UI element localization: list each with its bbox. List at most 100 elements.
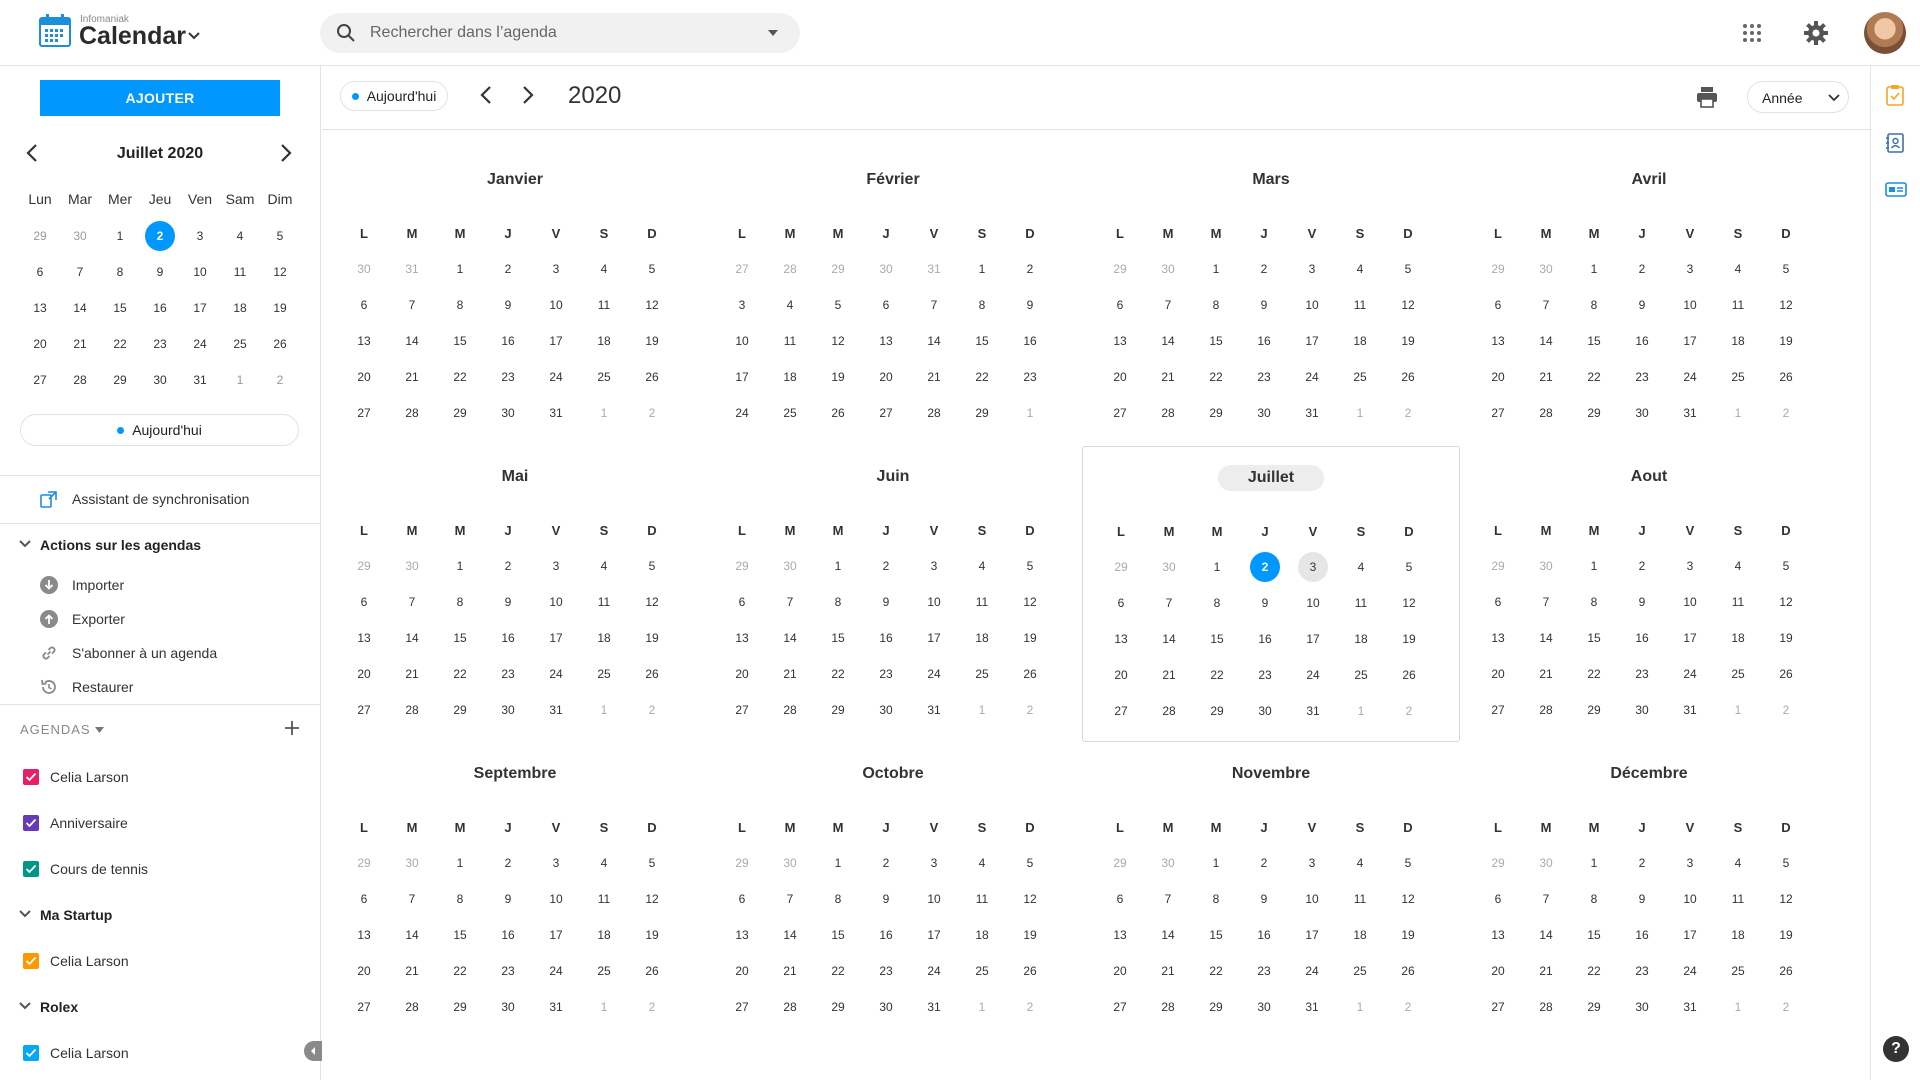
day-cell[interactable]: 1	[1193, 552, 1241, 582]
day-cell[interactable]: 5	[1762, 848, 1810, 878]
day-cell[interactable]: 29	[340, 551, 388, 581]
day-cell[interactable]: 27	[1096, 398, 1144, 428]
day-cell[interactable]: 19	[628, 920, 676, 950]
day-cell[interactable]: 20	[1474, 362, 1522, 392]
day-cell[interactable]: 31	[1288, 992, 1336, 1022]
day-cell[interactable]: 11	[1714, 290, 1762, 320]
day-cell[interactable]: 14	[388, 920, 436, 950]
day-cell[interactable]: 19	[628, 326, 676, 356]
day-cell[interactable]: 30	[484, 695, 532, 725]
day-cell[interactable]: 29	[1193, 696, 1241, 726]
day-cell[interactable]: 30	[1522, 848, 1570, 878]
day-cell[interactable]: 27	[1096, 992, 1144, 1022]
day-cell[interactable]: 18	[958, 920, 1006, 950]
day-cell[interactable]: 1	[1570, 551, 1618, 581]
day-cell[interactable]: 31	[1289, 696, 1337, 726]
day-cell[interactable]: 26	[1006, 956, 1054, 986]
day-cell[interactable]: 29	[436, 695, 484, 725]
day-cell[interactable]: 19	[1762, 623, 1810, 653]
day-cell[interactable]: 2	[1384, 992, 1432, 1022]
mini-day[interactable]: 15	[100, 293, 140, 323]
day-cell[interactable]: 28	[1144, 398, 1192, 428]
day-cell[interactable]: 17	[718, 362, 766, 392]
day-cell[interactable]: 26	[1006, 659, 1054, 689]
agenda-checkbox[interactable]	[23, 1045, 39, 1061]
day-cell[interactable]: 12	[1006, 587, 1054, 617]
day-cell[interactable]: 28	[1145, 696, 1193, 726]
day-cell[interactable]: 1	[958, 254, 1006, 284]
day-cell[interactable]: 25	[1336, 956, 1384, 986]
day-cell[interactable]: 2	[1006, 695, 1054, 725]
search-options-caret-icon[interactable]	[768, 30, 778, 36]
day-cell[interactable]: 14	[388, 326, 436, 356]
day-cell[interactable]: 15	[1192, 326, 1240, 356]
day-cell[interactable]: 26	[1762, 659, 1810, 689]
mini-day[interactable]: 29	[20, 221, 60, 251]
day-cell[interactable]: 17	[1288, 920, 1336, 950]
day-cell[interactable]: 12	[1385, 588, 1433, 618]
day-cell[interactable]: 18	[766, 362, 814, 392]
day-cell[interactable]: 2	[1618, 551, 1666, 581]
day-cell[interactable]: 26	[814, 398, 862, 428]
mini-day[interactable]: 18	[220, 293, 260, 323]
day-cell[interactable]: 25	[1336, 362, 1384, 392]
day-cell[interactable]: 21	[1522, 659, 1570, 689]
day-cell[interactable]: 21	[1144, 362, 1192, 392]
day-cell[interactable]: 26	[628, 362, 676, 392]
day-cell[interactable]: 29	[1474, 254, 1522, 284]
day-cell[interactable]: 13	[1474, 623, 1522, 653]
day-cell[interactable]: 14	[1522, 623, 1570, 653]
day-cell[interactable]: 9	[484, 587, 532, 617]
day-cell[interactable]: 5	[1385, 552, 1433, 582]
day-cell[interactable]: 2	[1618, 848, 1666, 878]
day-cell[interactable]: 7	[910, 290, 958, 320]
subscribe-item[interactable]: S'abonner à un agenda	[0, 638, 320, 668]
day-cell[interactable]: 5	[1006, 551, 1054, 581]
agenda-item[interactable]: Celia Larson	[0, 1038, 320, 1068]
day-cell[interactable]: 30	[1241, 696, 1289, 726]
day-cell[interactable]: 4	[766, 290, 814, 320]
day-cell[interactable]: 15	[814, 623, 862, 653]
day-cell[interactable]: 7	[1145, 588, 1193, 618]
sync-assistant-item[interactable]: Assistant de synchronisation	[0, 484, 320, 514]
day-cell[interactable]: 24	[1666, 956, 1714, 986]
day-cell[interactable]: 4	[1336, 254, 1384, 284]
day-cell[interactable]: 2	[484, 254, 532, 284]
help-icon[interactable]: ?	[1883, 1036, 1909, 1062]
day-cell[interactable]: 22	[1570, 956, 1618, 986]
mini-day[interactable]: 1	[100, 221, 140, 251]
day-cell[interactable]: 11	[1714, 884, 1762, 914]
mini-day[interactable]: 24	[180, 329, 220, 359]
mini-day[interactable]: 10	[180, 257, 220, 287]
card-icon[interactable]	[1885, 180, 1907, 198]
day-cell[interactable]: 19	[1385, 624, 1433, 654]
day-cell[interactable]: 22	[1570, 362, 1618, 392]
day-cell[interactable]: 1	[436, 254, 484, 284]
day-cell[interactable]: 31	[1666, 398, 1714, 428]
day-cell[interactable]: 18	[1337, 624, 1385, 654]
day-cell[interactable]: 3	[1288, 254, 1336, 284]
day-cell[interactable]: 6	[1096, 884, 1144, 914]
month-title[interactable]: Juillet	[1083, 465, 1459, 491]
day-cell[interactable]: 29	[1474, 551, 1522, 581]
day-cell[interactable]: 16	[1618, 326, 1666, 356]
day-cell[interactable]: 26	[1384, 362, 1432, 392]
day-cell[interactable]: 28	[388, 398, 436, 428]
day-cell[interactable]: 30	[862, 254, 910, 284]
day-cell[interactable]: 20	[862, 362, 910, 392]
mini-day[interactable]: 31	[180, 365, 220, 395]
day-cell[interactable]: 30	[862, 992, 910, 1022]
day-cell[interactable]: 10	[1288, 290, 1336, 320]
day-cell[interactable]: 2	[862, 551, 910, 581]
day-cell[interactable]: 11	[1337, 588, 1385, 618]
day-cell[interactable]: 11	[580, 884, 628, 914]
mini-day[interactable]: 29	[100, 365, 140, 395]
day-cell[interactable]: 11	[1336, 290, 1384, 320]
day-cell[interactable]: 1	[1714, 992, 1762, 1022]
day-cell[interactable]: 7	[1522, 587, 1570, 617]
day-cell[interactable]: 12	[1384, 290, 1432, 320]
day-cell[interactable]: 14	[388, 623, 436, 653]
day-cell[interactable]: 8	[436, 290, 484, 320]
day-cell[interactable]: 23	[862, 659, 910, 689]
day-cell[interactable]: 12	[628, 587, 676, 617]
